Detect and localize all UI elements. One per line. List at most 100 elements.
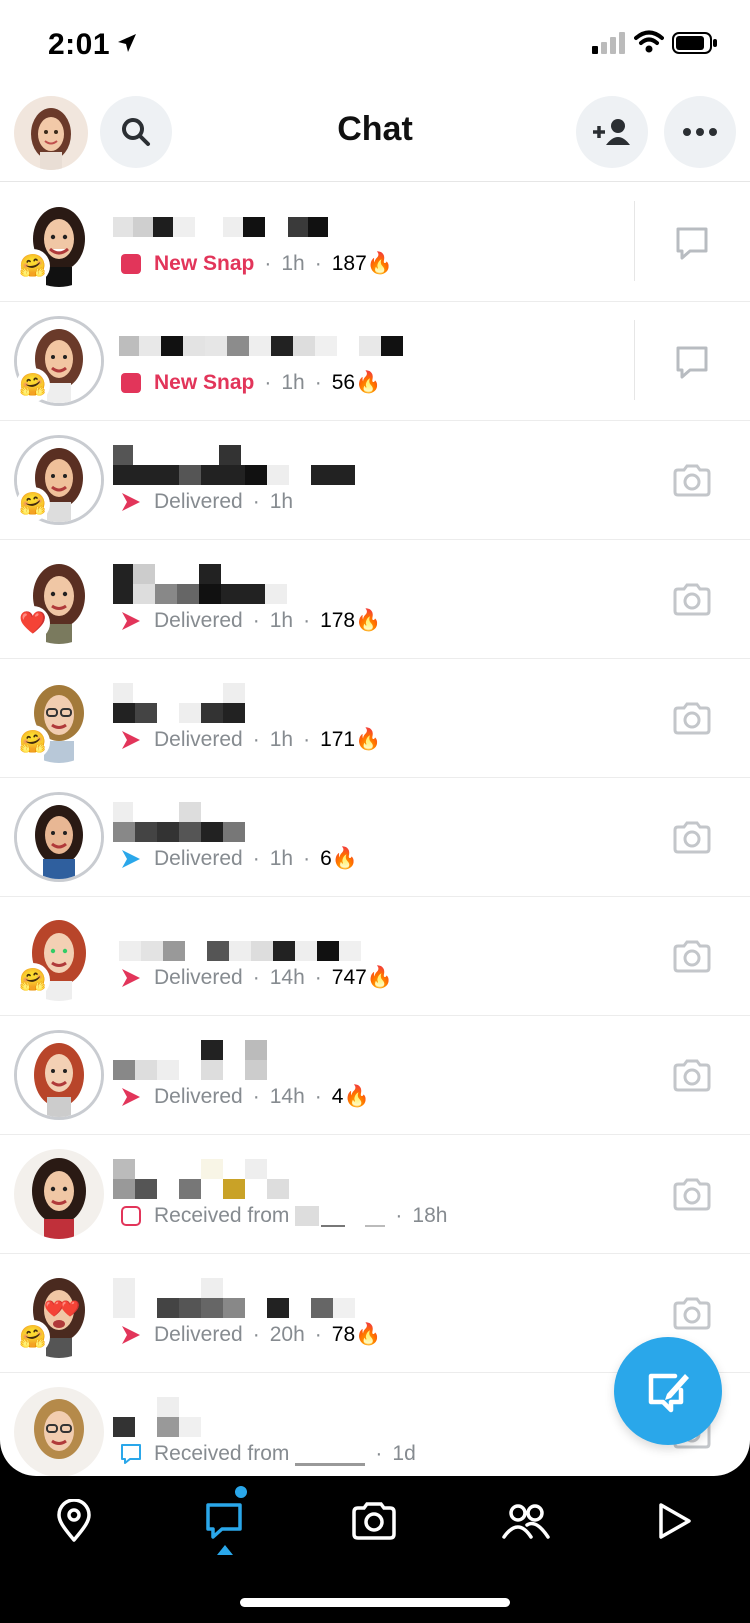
chat-status: Received from · 18h (120, 1201, 447, 1231)
map-pin-icon (57, 1499, 91, 1542)
new-snap-icon (120, 253, 142, 275)
camera-reply-button[interactable] (672, 937, 712, 977)
friend-avatar[interactable] (14, 1387, 104, 1476)
camera-tab-icon (352, 1502, 396, 1540)
delivered-arrow-icon (120, 729, 142, 751)
camera-reply-button[interactable] (672, 461, 712, 501)
streak-count: 187 (331, 252, 367, 275)
chat-row[interactable]: 🤗 New Snap · 1h · 56 🔥 (0, 302, 750, 421)
camera-icon (673, 821, 711, 854)
reply-chat-button[interactable] (672, 342, 712, 382)
fire-icon: 🔥 (355, 728, 382, 751)
more-icon (683, 128, 717, 136)
tab-map[interactable] (34, 1486, 114, 1556)
friend-emoji-badge: 🤗 (16, 487, 50, 521)
chat-status: Received from · 1d (120, 1439, 416, 1469)
chat-row[interactable]: ❤️ Delivered · 1h · 178 🔥 (0, 540, 750, 659)
friend-avatar[interactable] (14, 1030, 104, 1120)
chat-status: Delivered · 1h · 171 🔥 (120, 725, 381, 755)
fire-icon: 🔥 (355, 609, 382, 632)
camera-icon (673, 940, 711, 973)
reply-chat-button[interactable] (672, 223, 712, 263)
friend-name-pixelated (113, 800, 393, 842)
friend-emoji-badge: 🤗 (16, 725, 50, 759)
friend-emoji-badge: 🤗 (16, 368, 50, 402)
friend-avatar[interactable] (14, 792, 104, 882)
fire-icon: 🔥 (366, 252, 393, 275)
friend-emoji-badge: 🤗 (16, 1320, 50, 1354)
status-bar: 2:01 (0, 0, 750, 90)
delivered-arrow-icon (120, 1086, 142, 1108)
friend-name-pixelated (113, 1157, 393, 1199)
chat-status: Delivered · 14h · 4 🔥 (120, 1082, 370, 1112)
friend-name-pixelated (113, 1276, 393, 1318)
received-snap-icon (120, 1205, 142, 1227)
camera-icon (673, 1059, 711, 1092)
chat-header: Chat (0, 90, 750, 182)
friend-name-pixelated (113, 443, 393, 485)
fire-icon: 🔥 (355, 1323, 382, 1346)
friend-avatar[interactable] (14, 1149, 104, 1239)
tab-stories[interactable] (486, 1486, 566, 1556)
chat-row[interactable]: 🤗 Delivered · 1h · 171 🔥 (0, 659, 750, 778)
camera-reply-button[interactable] (672, 699, 712, 739)
chat-status: Delivered · 20h · 78 🔥 (120, 1320, 381, 1350)
camera-reply-button[interactable] (672, 1175, 712, 1215)
camera-icon (673, 1178, 711, 1211)
streak-count: 178 (320, 609, 356, 632)
camera-icon (673, 464, 711, 497)
chat-notification-dot (232, 1483, 250, 1501)
chat-row[interactable]: Delivered · 14h · 4 🔥 (0, 1016, 750, 1135)
chat-icon (676, 346, 708, 379)
chat-row[interactable]: 🤗 Delivered · 14h · 747 🔥 (0, 897, 750, 1016)
friend-name-pixelated (113, 1395, 393, 1437)
more-options-button[interactable] (664, 96, 736, 168)
cellular-signal-icon (592, 32, 625, 54)
add-friend-button[interactable] (576, 96, 648, 168)
fire-icon: 🔥 (331, 847, 358, 870)
wifi-icon (634, 30, 664, 53)
tab-discover[interactable] (634, 1486, 714, 1556)
received-chat-icon (120, 1443, 142, 1465)
friend-name-pixelated (113, 681, 393, 723)
friend-name-pixelated (113, 919, 393, 961)
camera-reply-button[interactable] (672, 1294, 712, 1334)
add-friend-icon (593, 119, 630, 145)
friend-name-pixelated (113, 1038, 393, 1080)
camera-reply-button[interactable] (672, 580, 712, 620)
chat-row[interactable]: Received from · 18h (0, 1135, 750, 1254)
streak-count: 78 (331, 1323, 356, 1346)
chat-status: New Snap · 1h · 56 🔥 (120, 368, 381, 398)
streak-count: 171 (320, 728, 356, 751)
play-icon (659, 1503, 691, 1539)
camera-reply-button[interactable] (672, 818, 712, 858)
delivered-arrow-icon (120, 610, 142, 632)
location-arrow-icon (118, 34, 136, 52)
friend-emoji-badge: 🤗 (16, 963, 50, 997)
chat-tab-icon (206, 1503, 242, 1539)
home-indicator (240, 1598, 510, 1607)
camera-reply-button[interactable] (672, 1056, 712, 1096)
streak-count: 6 (320, 847, 332, 870)
chat-icon (676, 227, 708, 260)
tab-camera[interactable] (334, 1486, 414, 1556)
new-chat-icon (648, 1373, 689, 1413)
chat-row[interactable]: 🤗 Delivered · 1h (0, 421, 750, 540)
chat-status: Delivered · 14h · 747 🔥 (120, 963, 393, 993)
active-tab-indicator (217, 1545, 233, 1555)
fire-icon: 🔥 (355, 371, 382, 394)
friend-emoji-badge: ❤️ (16, 606, 50, 640)
friend-name-pixelated (113, 205, 393, 247)
camera-icon (673, 702, 711, 735)
chat-status: Delivered · 1h · 178 🔥 (120, 606, 381, 636)
battery-icon (672, 32, 717, 54)
delivered-arrow-icon (120, 491, 142, 513)
status-time: 2:01 (48, 28, 111, 61)
new-chat-button[interactable] (614, 1337, 722, 1445)
chat-row[interactable]: 🤗 New Snap · 1h · 187 🔥 (0, 183, 750, 302)
chat-status: Delivered · 1h · 6 🔥 (120, 844, 358, 874)
svg-text:❤️: ❤️ (60, 1300, 80, 1318)
chat-row[interactable]: Delivered · 1h · 6 🔥 (0, 778, 750, 897)
app-screen: 2:01 Chat 🤗 New Snap · 1h · 187 🔥 🤗 New … (0, 0, 750, 1476)
streak-count: 56 (331, 371, 356, 394)
